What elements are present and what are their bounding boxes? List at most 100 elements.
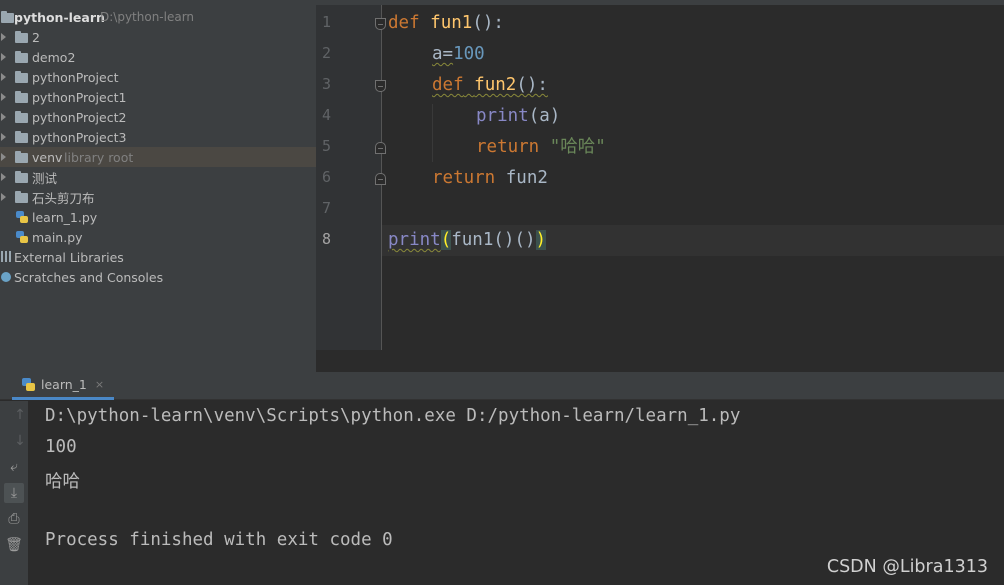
chevron-right-icon[interactable] — [1, 53, 6, 61]
call-token: fun1()() — [451, 230, 536, 250]
chevron-right-icon[interactable] — [1, 173, 6, 181]
tree-item-label: venv — [32, 149, 63, 165]
console-output-line: 100 — [45, 437, 77, 457]
number-token: 100 — [453, 44, 485, 64]
code-line-5: return "哈哈" — [476, 135, 606, 159]
library-root-hint: library root — [64, 149, 134, 165]
line-number: 8 — [322, 230, 332, 248]
tree-item-pythonproject1[interactable]: pythonProject1 — [0, 87, 316, 107]
chevron-right-icon[interactable] — [1, 113, 6, 121]
python-file-icon — [22, 378, 35, 391]
code-line-1: def fun1(): — [388, 11, 504, 35]
tree-item-label: learn_1.py — [32, 209, 98, 225]
tree-item-label: pythonProject2 — [32, 109, 127, 125]
fold-open-icon[interactable] — [375, 18, 386, 30]
tree-item-label: pythonProject3 — [32, 129, 127, 145]
code-line-3: def fun2(): — [432, 73, 548, 97]
line-number: 5 — [322, 137, 332, 155]
tree-item-learn-1-py[interactable]: learn_1.py — [0, 207, 316, 227]
console-command-line: D:\python-learn\venv\Scripts\python.exe … — [45, 406, 741, 426]
project-root-path: D:\python-learn — [100, 10, 195, 24]
tree-item-label: main.py — [32, 229, 83, 245]
scroll-to-end-icon[interactable]: ⤓ — [4, 483, 24, 503]
project-tool-window: python-learn D:\python-learn 2 demo2 pyt… — [0, 0, 316, 372]
function-name-token: fun1 — [430, 13, 473, 33]
tree-item-label: pythonProject — [32, 69, 119, 85]
line-number: 7 — [322, 199, 332, 217]
code-line-2: a=100 — [432, 42, 485, 66]
arrow-down-icon[interactable]: ↓ — [10, 431, 30, 451]
builtin-token: print — [388, 230, 441, 250]
folder-icon — [15, 191, 28, 203]
fold-close-icon[interactable] — [375, 173, 386, 185]
chevron-right-icon[interactable] — [1, 153, 6, 161]
run-tab-label: learn_1 — [41, 377, 87, 392]
matched-paren-close: ) — [535, 230, 547, 250]
folder-icon — [15, 151, 28, 163]
line-number: 4 — [322, 106, 332, 124]
tree-item-venv[interactable]: venv library root — [0, 147, 316, 167]
string-token: "哈哈" — [549, 137, 606, 157]
variable-token: a= — [432, 44, 454, 64]
matched-paren-open: ( — [440, 230, 452, 250]
tree-item-label: Scratches and Consoles — [14, 269, 164, 285]
python-file-icon — [16, 231, 28, 243]
chevron-right-icon[interactable] — [1, 193, 6, 201]
console-output-line: 哈哈 — [45, 472, 80, 492]
function-name-token: fun2 — [474, 75, 517, 95]
keyword-token: def — [388, 13, 420, 33]
folder-icon — [15, 171, 28, 183]
code-line-8: print(fun1()()) — [388, 228, 547, 252]
line-number: 3 — [322, 75, 332, 93]
tree-item-label: 2 — [32, 29, 40, 45]
chevron-right-icon[interactable] — [1, 73, 6, 81]
line-number: 1 — [322, 13, 332, 31]
run-toolbar: ↑ ↓ ⤶ ⤓ ⎙ 🗑 — [0, 401, 28, 585]
tree-item-rock-paper-scissors[interactable]: 石头剪刀布 — [0, 187, 316, 207]
project-root-row[interactable]: python-learn D:\python-learn — [0, 7, 316, 27]
tree-item-pythonproject[interactable]: pythonProject — [0, 67, 316, 87]
folder-icon — [15, 131, 28, 143]
library-icon — [1, 251, 11, 262]
tree-item-label: 测试 — [32, 170, 58, 186]
chevron-right-icon[interactable] — [1, 133, 6, 141]
panel-splitter[interactable] — [316, 350, 1004, 372]
line-number: 6 — [322, 168, 332, 186]
tree-item-test[interactable]: 测试 — [0, 167, 316, 187]
tree-item-2[interactable]: 2 — [0, 27, 316, 47]
soft-wrap-icon[interactable]: ⤶ — [4, 457, 24, 477]
tree-item-pythonproject2[interactable]: pythonProject2 — [0, 107, 316, 127]
tree-item-label: pythonProject1 — [32, 89, 127, 105]
code-line-6: return fun2 — [432, 166, 548, 190]
tree-item-label: demo2 — [32, 49, 76, 65]
tree-item-external-libraries[interactable]: External Libraries — [0, 247, 316, 267]
close-icon[interactable]: × — [95, 378, 104, 391]
code-editor[interactable]: 1 2 3 4 5 6 7 8 def fun1(): a=100 def fu… — [316, 0, 1004, 350]
punctuation-token: (): — [472, 13, 504, 33]
chevron-right-icon[interactable] — [1, 93, 6, 101]
tree-item-demo2[interactable]: demo2 — [0, 47, 316, 67]
fold-open-icon[interactable] — [375, 80, 386, 92]
chevron-right-icon[interactable] — [1, 33, 6, 41]
keyword-token: return — [432, 168, 496, 188]
tree-item-pythonproject3[interactable]: pythonProject3 — [0, 127, 316, 147]
keyword-token: return — [476, 137, 540, 157]
run-tab-learn-1[interactable]: learn_1 × — [12, 372, 115, 400]
python-file-icon — [16, 211, 28, 223]
fold-close-icon[interactable] — [375, 142, 386, 154]
tree-item-label: 石头剪刀布 — [32, 190, 95, 206]
punctuation-token: (a) — [528, 106, 561, 126]
arrow-up-icon[interactable]: ↑ — [10, 405, 30, 425]
tree-item-scratches[interactable]: Scratches and Consoles — [0, 267, 316, 287]
keyword-token: def — [432, 75, 464, 95]
tree-item-main-py[interactable]: main.py — [0, 227, 316, 247]
identifier-token: fun2 — [505, 168, 548, 188]
run-tab-bar: learn_1 × — [0, 372, 1004, 400]
trash-icon[interactable]: 🗑 — [4, 535, 24, 555]
folder-icon — [15, 31, 28, 43]
indent-guide — [432, 104, 433, 162]
project-root-name: python-learn — [14, 9, 105, 25]
print-icon[interactable]: ⎙ — [4, 509, 24, 529]
folder-icon — [1, 11, 14, 23]
line-number: 2 — [322, 44, 332, 62]
